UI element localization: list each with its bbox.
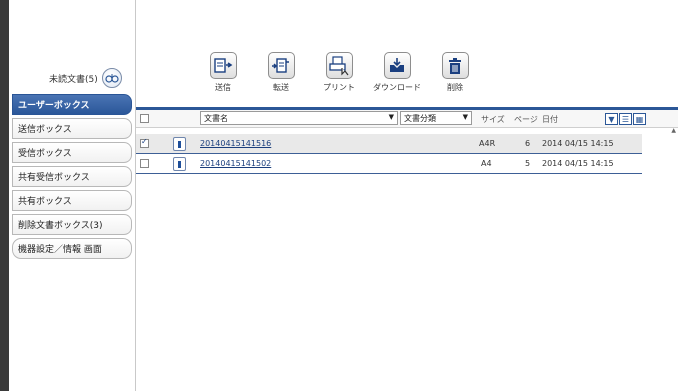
list-view-icon[interactable]: ☰ bbox=[619, 113, 632, 125]
main-panel: 送信 転送 プリント ダウンロード 削除 文書名 ▼ 文書分類 ▼ サイズ ペー… bbox=[136, 0, 678, 391]
pages-header[interactable]: ページ bbox=[514, 114, 538, 125]
size-header[interactable]: サイズ bbox=[481, 114, 505, 125]
info-icon[interactable] bbox=[173, 137, 186, 151]
table-row[interactable]: 20140415141516 A4R 6 2014 04/15 14:15 bbox=[136, 134, 642, 154]
unread-label: 未読文書(5) bbox=[49, 74, 98, 85]
row-date: 2014 04/15 14:15 bbox=[542, 159, 614, 168]
sidebar-item-receive-box[interactable]: 受信ボックス bbox=[12, 142, 132, 163]
delete-tool: 削除 bbox=[426, 52, 484, 93]
category-value: 文書分類 bbox=[404, 113, 436, 123]
select-all-checkbox[interactable] bbox=[140, 114, 149, 123]
print-label: プリント bbox=[323, 83, 355, 92]
download-icon bbox=[390, 57, 404, 72]
delete-button[interactable] bbox=[441, 52, 469, 79]
forward-icon bbox=[272, 57, 289, 73]
row-date: 2014 04/15 14:15 bbox=[542, 139, 614, 148]
download-label: ダウンロード bbox=[373, 83, 421, 92]
table-row[interactable]: 20140415141502 A4 5 2014 04/15 14:15 bbox=[136, 154, 642, 174]
forward-tool: 転送 bbox=[252, 52, 310, 93]
sidebar-item-label: 受信ボックス bbox=[18, 149, 72, 159]
name-sort-select[interactable]: 文書名 ▼ bbox=[200, 111, 398, 125]
forward-button[interactable] bbox=[267, 52, 295, 79]
chevron-down-icon: ▼ bbox=[462, 113, 468, 121]
print-tool: プリント bbox=[310, 52, 368, 93]
row-checkbox[interactable] bbox=[140, 159, 149, 168]
send-button[interactable] bbox=[209, 52, 237, 79]
sidebar-item-label: 送信ボックス bbox=[18, 125, 72, 135]
category-select[interactable]: 文書分類 ▼ bbox=[400, 111, 472, 125]
sidebar-item-user-box[interactable]: ユーザーボックス bbox=[12, 94, 132, 115]
row-size: A4R bbox=[479, 139, 496, 148]
row-size: A4 bbox=[481, 159, 492, 168]
info-icon[interactable] bbox=[173, 157, 186, 171]
table-header: 文書名 ▼ 文書分類 ▼ サイズ ページ 日付 ▼ ☰ ▦ bbox=[136, 107, 678, 128]
device-settings-label: 機器設定／情報 画面 bbox=[18, 245, 102, 255]
grid-view-icon[interactable]: ▦ bbox=[633, 113, 646, 125]
sidebar-item-shared-box[interactable]: 共有ボックス bbox=[12, 190, 132, 211]
toolbar: 送信 転送 プリント ダウンロード 削除 bbox=[194, 52, 484, 93]
window-left-edge bbox=[0, 0, 9, 391]
sidebar-item-label: ユーザーボックス bbox=[18, 101, 90, 111]
print-button[interactable] bbox=[325, 52, 353, 79]
printer-icon bbox=[329, 55, 349, 75]
view-buttons: ▼ ☰ ▦ bbox=[604, 113, 646, 125]
sidebar-item-label: 共有ボックス bbox=[18, 197, 72, 207]
box-list: ユーザーボックス 送信ボックス 受信ボックス 共有受信ボックス 共有ボックス 削… bbox=[12, 94, 132, 262]
send-icon bbox=[214, 57, 233, 73]
sidebar-item-shared-receive-box[interactable]: 共有受信ボックス bbox=[12, 166, 132, 187]
name-sort-value: 文書名 bbox=[204, 113, 228, 123]
device-settings-button[interactable]: 機器設定／情報 画面 bbox=[12, 238, 132, 259]
sidebar-item-send-box[interactable]: 送信ボックス bbox=[12, 118, 132, 139]
send-label: 送信 bbox=[215, 83, 231, 92]
date-header[interactable]: 日付 bbox=[542, 114, 558, 125]
sidebar-item-deleted-box[interactable]: 削除文書ボックス(3) bbox=[12, 214, 132, 235]
document-link[interactable]: 20140415141502 bbox=[200, 159, 271, 168]
row-checkbox[interactable] bbox=[140, 137, 149, 148]
forward-label: 転送 bbox=[273, 83, 289, 92]
unread-eye-icon[interactable] bbox=[101, 68, 122, 88]
row-pages: 6 bbox=[525, 139, 531, 148]
send-tool: 送信 bbox=[194, 52, 252, 93]
chevron-down-icon: ▼ bbox=[388, 113, 394, 121]
row-pages: 5 bbox=[525, 159, 531, 168]
view-dropdown-icon[interactable]: ▼ bbox=[605, 113, 618, 125]
sidebar-item-label: 共有受信ボックス bbox=[18, 173, 90, 183]
document-link[interactable]: 20140415141516 bbox=[200, 139, 271, 148]
sidebar-item-label: 削除文書ボックス(3) bbox=[18, 221, 103, 231]
delete-label: 削除 bbox=[447, 83, 463, 92]
download-button[interactable] bbox=[383, 52, 411, 79]
unread-documents[interactable]: 未読文書(5) bbox=[49, 68, 122, 88]
scroll-up-icon[interactable]: ▲ bbox=[671, 127, 676, 134]
download-tool: ダウンロード bbox=[368, 52, 426, 93]
trash-icon bbox=[449, 57, 461, 74]
